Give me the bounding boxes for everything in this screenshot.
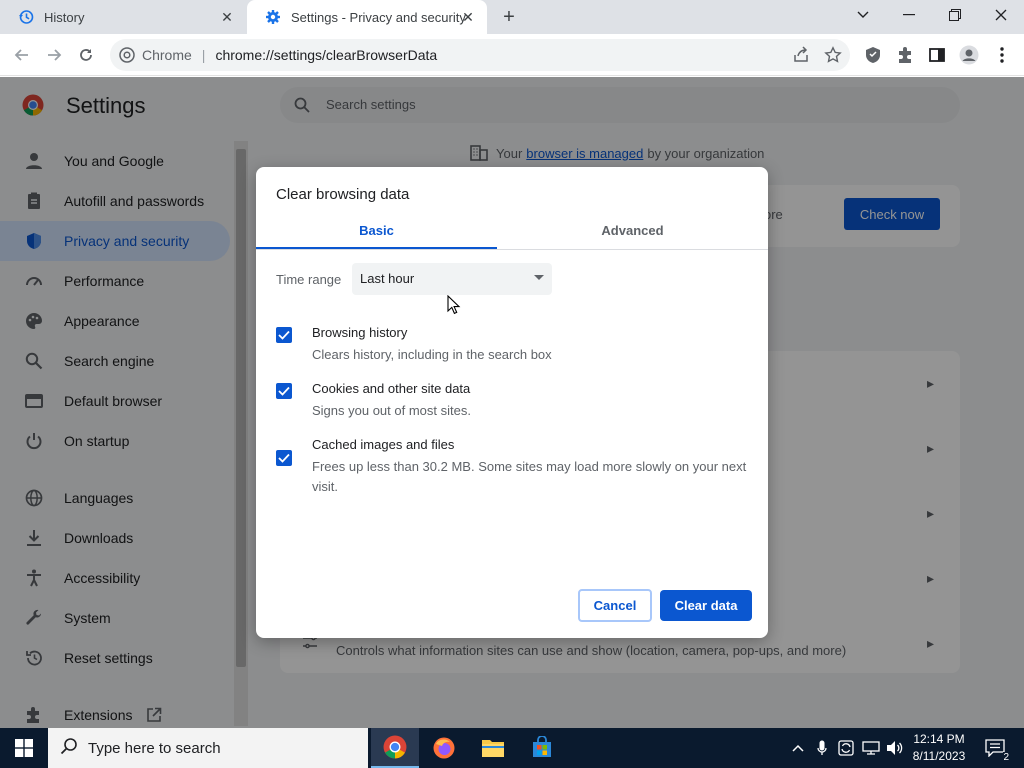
notification-center-icon[interactable]: 2 (980, 728, 1010, 768)
omnibox-separator: | (201, 47, 206, 63)
profile-avatar-icon[interactable] (958, 44, 980, 66)
update-status-icon[interactable] (835, 728, 857, 768)
time-range-select[interactable]: Last hour (352, 263, 552, 295)
microphone-icon[interactable] (812, 728, 832, 768)
dialog-title: Clear browsing data (276, 186, 410, 203)
windows-logo-icon (15, 739, 33, 757)
mouse-cursor-icon (447, 294, 461, 320)
dropdown-arrow-icon (534, 275, 544, 280)
chrome-taskbar-icon[interactable] (371, 728, 419, 768)
tab-strip: History ✕ Settings - Privacy and securit… (0, 0, 1024, 34)
new-tab-button[interactable]: + (497, 5, 521, 29)
minimize-button[interactable] (886, 0, 932, 30)
notification-count-badge: 2 (1003, 752, 1009, 763)
share-icon[interactable] (790, 44, 812, 66)
firefox-taskbar-icon[interactable] (420, 728, 468, 768)
extensions-puzzle-icon[interactable] (894, 44, 916, 66)
clock-time: 12:14 PM (913, 732, 965, 746)
tab-title: History (44, 9, 85, 25)
browsing-history-checkbox[interactable] (276, 327, 292, 343)
site-chip: Chrome (142, 47, 192, 63)
cancel-button[interactable]: Cancel (578, 589, 652, 622)
taskbar-search-placeholder: Type here to search (88, 739, 221, 757)
tab-basic[interactable]: Basic (256, 219, 497, 249)
forward-button[interactable] (42, 43, 66, 67)
cookies-checkbox[interactable] (276, 383, 292, 399)
clear-data-button[interactable]: Clear data (660, 590, 752, 621)
restore-button[interactable] (932, 0, 978, 30)
option-title: Browsing history (312, 325, 408, 340)
microsoft-store-taskbar-icon[interactable] (518, 728, 566, 768)
volume-icon[interactable] (884, 728, 906, 768)
chrome-site-icon (119, 47, 135, 63)
shield-extension-icon[interactable] (862, 44, 884, 66)
back-button[interactable] (10, 43, 34, 67)
history-icon (18, 9, 34, 25)
close-window-button[interactable] (978, 0, 1024, 30)
option-subtitle: Signs you out of most sites. (312, 403, 471, 418)
browser-toolbar: Chrome | chrome://settings/clearBrowserD… (0, 34, 1024, 76)
clock-date: 8/11/2023 (912, 749, 966, 763)
start-button[interactable] (0, 728, 48, 768)
windows-taskbar: Type here to search 12:14 PM 8/11/2023 2 (0, 728, 1024, 768)
url-text: chrome://settings/clearBrowserData (215, 47, 438, 63)
side-panel-icon[interactable] (926, 44, 948, 66)
show-hidden-icons-chevron-icon[interactable] (788, 728, 808, 768)
tab-title: Settings - Privacy and security (291, 9, 466, 25)
clear-browsing-data-dialog: Clear browsing data Basic Advanced Time … (256, 167, 768, 638)
search-icon (60, 737, 78, 759)
gear-icon (265, 9, 281, 25)
tab-settings[interactable]: Settings - Privacy and security ✕ (247, 0, 487, 34)
tab-history[interactable]: History ✕ (0, 0, 246, 34)
cached-images-checkbox[interactable] (276, 450, 292, 466)
close-tab-icon[interactable]: ✕ (459, 8, 477, 26)
time-range-value: Last hour (360, 271, 415, 286)
tabs-divider (256, 249, 768, 250)
reload-button[interactable] (74, 43, 98, 67)
option-title: Cached images and files (312, 437, 455, 452)
option-subtitle: Frees up less than 30.2 MB. Some sites m… (312, 459, 747, 494)
file-explorer-taskbar-icon[interactable] (469, 728, 517, 768)
bookmark-star-icon[interactable] (822, 44, 844, 66)
address-bar[interactable]: Chrome | chrome://settings/clearBrowserD… (110, 39, 850, 71)
close-tab-icon[interactable]: ✕ (218, 8, 236, 26)
tab-search-chevron-icon[interactable] (840, 0, 886, 30)
taskbar-search-input[interactable]: Type here to search (48, 728, 368, 768)
taskbar-clock[interactable]: 12:14 PM 8/11/2023 (905, 731, 973, 765)
option-title: Cookies and other site data (312, 381, 471, 396)
option-subtitle: Clears history, including in the search … (312, 347, 552, 362)
time-range-label: Time range (276, 272, 342, 287)
menu-kebab-icon[interactable] (991, 44, 1013, 66)
network-icon[interactable] (860, 728, 882, 768)
tab-advanced[interactable]: Advanced (497, 219, 768, 249)
